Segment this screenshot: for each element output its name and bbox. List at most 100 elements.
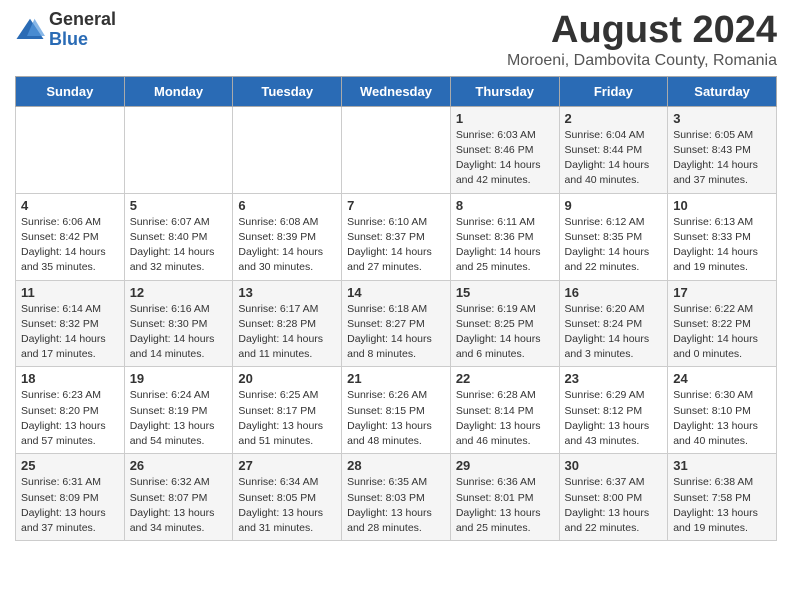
day-number: 28 xyxy=(347,458,445,473)
calendar-cell: 18 Sunrise: 6:23 AM Sunset: 8:20 PM Dayli… xyxy=(16,367,125,454)
calendar-cell: 16 Sunrise: 6:20 AM Sunset: 8:24 PM Dayli… xyxy=(559,280,668,367)
calendar-cell: 14Sunrise: 6:18 AM Sunset: 8:27 PM Dayli… xyxy=(342,280,451,367)
calendar-table: SundayMondayTuesdayWednesdayThursdayFrid… xyxy=(15,76,777,541)
logo-text: General Blue xyxy=(49,10,116,50)
calendar-cell: 8 Sunrise: 6:11 AM Sunset: 8:36 PM Daylig… xyxy=(450,193,559,280)
page-subtitle: Moroeni, Dambovita County, Romania xyxy=(507,52,777,70)
day-header-saturday: Saturday xyxy=(668,76,777,106)
header: General Blue August 2024 Moroeni, Dambov… xyxy=(15,10,777,70)
day-number: 30 xyxy=(565,458,663,473)
calendar-cell: 24 Sunrise: 6:30 AM Sunset: 8:10 PM Dayli… xyxy=(668,367,777,454)
day-number: 5 xyxy=(130,198,228,213)
logo: General Blue xyxy=(15,10,116,50)
day-number: 25 xyxy=(21,458,119,473)
title-area: August 2024 Moroeni, Dambovita County, R… xyxy=(507,10,777,70)
calendar-cell: 7Sunrise: 6:10 AM Sunset: 8:37 PM Daylig… xyxy=(342,193,451,280)
cell-info: Sunrise: 6:26 AM Sunset: 8:15 PM Dayligh… xyxy=(347,388,445,449)
calendar-cell xyxy=(342,106,451,193)
cell-info: Sunrise: 6:12 AM Sunset: 8:35 PM Dayligh… xyxy=(565,215,663,276)
cell-info: Sunrise: 6:04 AM Sunset: 8:44 PM Dayligh… xyxy=(565,128,663,189)
day-number: 13 xyxy=(238,285,336,300)
calendar-cell: 19 Sunrise: 6:24 AM Sunset: 8:19 PM Dayli… xyxy=(124,367,233,454)
cell-info: Sunrise: 6:30 AM Sunset: 8:10 PM Dayligh… xyxy=(673,388,771,449)
cell-info: Sunrise: 6:19 AM Sunset: 8:25 PM Dayligh… xyxy=(456,302,554,363)
day-number: 8 xyxy=(456,198,554,213)
day-number: 22 xyxy=(456,371,554,386)
logo-general: General xyxy=(49,10,116,30)
calendar-cell: 29 Sunrise: 6:36 AM Sunset: 8:01 PM Dayli… xyxy=(450,454,559,541)
calendar-cell: 11 Sunrise: 6:14 AM Sunset: 8:32 PM Dayli… xyxy=(16,280,125,367)
day-number: 3 xyxy=(673,111,771,126)
cell-info: Sunrise: 6:06 AM Sunset: 8:42 PM Dayligh… xyxy=(21,215,119,276)
page-title: August 2024 xyxy=(507,10,777,52)
calendar-cell: 26 Sunrise: 6:32 AM Sunset: 8:07 PM Dayli… xyxy=(124,454,233,541)
calendar-cell xyxy=(124,106,233,193)
cell-info: Sunrise: 6:16 AM Sunset: 8:30 PM Dayligh… xyxy=(130,302,228,363)
day-number: 4 xyxy=(21,198,119,213)
calendar-cell: 21 Sunrise: 6:26 AM Sunset: 8:15 PM Dayli… xyxy=(342,367,451,454)
day-header-monday: Monday xyxy=(124,76,233,106)
cell-info: Sunrise: 6:23 AM Sunset: 8:20 PM Dayligh… xyxy=(21,388,119,449)
cell-info: Sunrise: 6:35 AM Sunset: 8:03 PM Dayligh… xyxy=(347,475,445,536)
day-number: 20 xyxy=(238,371,336,386)
cell-info: Sunrise: 6:31 AM Sunset: 8:09 PM Dayligh… xyxy=(21,475,119,536)
cell-info: Sunrise: 6:17 AM Sunset: 8:28 PM Dayligh… xyxy=(238,302,336,363)
day-number: 29 xyxy=(456,458,554,473)
calendar-cell: 5 Sunrise: 6:07 AM Sunset: 8:40 PM Daylig… xyxy=(124,193,233,280)
day-header-thursday: Thursday xyxy=(450,76,559,106)
cell-info: Sunrise: 6:32 AM Sunset: 8:07 PM Dayligh… xyxy=(130,475,228,536)
day-number: 2 xyxy=(565,111,663,126)
day-number: 10 xyxy=(673,198,771,213)
cell-info: Sunrise: 6:34 AM Sunset: 8:05 PM Dayligh… xyxy=(238,475,336,536)
cell-info: Sunrise: 6:11 AM Sunset: 8:36 PM Dayligh… xyxy=(456,215,554,276)
calendar-cell: 4 Sunrise: 6:06 AM Sunset: 8:42 PM Daylig… xyxy=(16,193,125,280)
day-number: 9 xyxy=(565,198,663,213)
cell-info: Sunrise: 6:07 AM Sunset: 8:40 PM Dayligh… xyxy=(130,215,228,276)
cell-info: Sunrise: 6:28 AM Sunset: 8:14 PM Dayligh… xyxy=(456,388,554,449)
calendar-cell: 12Sunrise: 6:16 AM Sunset: 8:30 PM Dayli… xyxy=(124,280,233,367)
day-number: 26 xyxy=(130,458,228,473)
day-number: 21 xyxy=(347,371,445,386)
cell-info: Sunrise: 6:36 AM Sunset: 8:01 PM Dayligh… xyxy=(456,475,554,536)
calendar-cell: 23Sunrise: 6:29 AM Sunset: 8:12 PM Dayli… xyxy=(559,367,668,454)
calendar-cell: 25 Sunrise: 6:31 AM Sunset: 8:09 PM Dayli… xyxy=(16,454,125,541)
calendar-cell: 22 Sunrise: 6:28 AM Sunset: 8:14 PM Dayli… xyxy=(450,367,559,454)
calendar-cell xyxy=(233,106,342,193)
calendar-cell: 27 Sunrise: 6:34 AM Sunset: 8:05 PM Dayli… xyxy=(233,454,342,541)
cell-info: Sunrise: 6:20 AM Sunset: 8:24 PM Dayligh… xyxy=(565,302,663,363)
cell-info: Sunrise: 6:25 AM Sunset: 8:17 PM Dayligh… xyxy=(238,388,336,449)
calendar-cell: 28 Sunrise: 6:35 AM Sunset: 8:03 PM Dayli… xyxy=(342,454,451,541)
day-header-wednesday: Wednesday xyxy=(342,76,451,106)
day-number: 24 xyxy=(673,371,771,386)
logo-icon xyxy=(15,15,45,45)
day-header-tuesday: Tuesday xyxy=(233,76,342,106)
calendar-cell: 9 Sunrise: 6:12 AM Sunset: 8:35 PM Daylig… xyxy=(559,193,668,280)
cell-info: Sunrise: 6:37 AM Sunset: 8:00 PM Dayligh… xyxy=(565,475,663,536)
calendar-cell: 31 Sunrise: 6:38 AM Sunset: 7:58 PM Dayli… xyxy=(668,454,777,541)
calendar-cell: 30 Sunrise: 6:37 AM Sunset: 8:00 PM Dayli… xyxy=(559,454,668,541)
cell-info: Sunrise: 6:13 AM Sunset: 8:33 PM Dayligh… xyxy=(673,215,771,276)
cell-info: Sunrise: 6:03 AM Sunset: 8:46 PM Dayligh… xyxy=(456,128,554,189)
day-number: 1 xyxy=(456,111,554,126)
cell-info: Sunrise: 6:22 AM Sunset: 8:22 PM Dayligh… xyxy=(673,302,771,363)
cell-info: Sunrise: 6:14 AM Sunset: 8:32 PM Dayligh… xyxy=(21,302,119,363)
day-number: 27 xyxy=(238,458,336,473)
day-number: 31 xyxy=(673,458,771,473)
day-number: 6 xyxy=(238,198,336,213)
calendar-cell: 6 Sunrise: 6:08 AM Sunset: 8:39 PM Daylig… xyxy=(233,193,342,280)
cell-info: Sunrise: 6:38 AM Sunset: 7:58 PM Dayligh… xyxy=(673,475,771,536)
day-number: 11 xyxy=(21,285,119,300)
day-number: 23 xyxy=(565,371,663,386)
logo-blue: Blue xyxy=(49,30,116,50)
day-number: 19 xyxy=(130,371,228,386)
calendar-cell: 15 Sunrise: 6:19 AM Sunset: 8:25 PM Dayli… xyxy=(450,280,559,367)
day-header-sunday: Sunday xyxy=(16,76,125,106)
cell-info: Sunrise: 6:24 AM Sunset: 8:19 PM Dayligh… xyxy=(130,388,228,449)
calendar-cell: 2 Sunrise: 6:04 AM Sunset: 8:44 PM Daylig… xyxy=(559,106,668,193)
day-number: 15 xyxy=(456,285,554,300)
day-number: 16 xyxy=(565,285,663,300)
cell-info: Sunrise: 6:08 AM Sunset: 8:39 PM Dayligh… xyxy=(238,215,336,276)
calendar-cell: 10 Sunrise: 6:13 AM Sunset: 8:33 PM Dayli… xyxy=(668,193,777,280)
day-number: 18 xyxy=(21,371,119,386)
calendar-cell xyxy=(16,106,125,193)
